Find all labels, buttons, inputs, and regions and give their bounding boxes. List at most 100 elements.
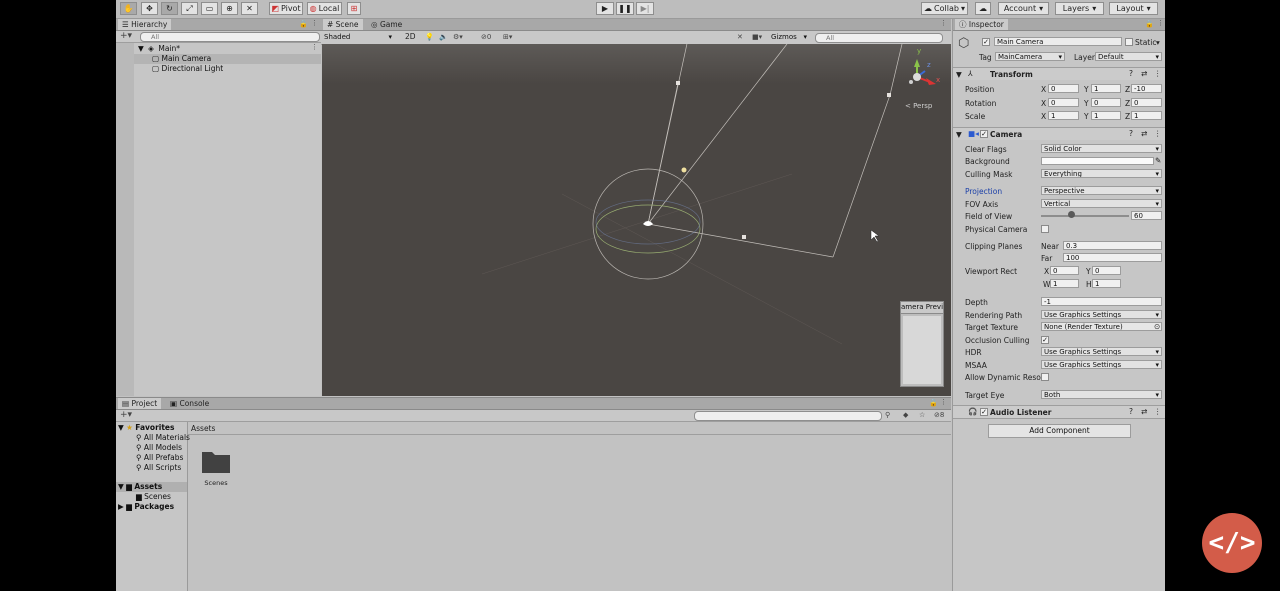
hand-tool-icon[interactable]: ✋: [120, 2, 137, 15]
tab-console[interactable]: ▣ Console: [166, 398, 213, 409]
tab-game[interactable]: ◎ Game: [367, 19, 406, 30]
list-item[interactable]: ⚲ All Materials: [136, 433, 190, 442]
packages-item[interactable]: ▶ ▆ Packages: [118, 502, 174, 511]
pause-button[interactable]: ❚❚: [616, 2, 634, 15]
create-plus-icon[interactable]: +▾: [120, 31, 132, 41]
collab-dropdown[interactable]: ☁ Collab ▾: [921, 2, 968, 15]
asset-grid-item[interactable]: Scenes: [201, 448, 231, 490]
projection-dropdown[interactable]: Perspective: [1041, 186, 1162, 195]
object-picker-icon[interactable]: ⊙: [1154, 322, 1160, 331]
tab-hierarchy[interactable]: ☰ Hierarchy: [118, 19, 172, 30]
favorites-item[interactable]: ▼ ★ Favorites: [118, 423, 174, 432]
position-y-input[interactable]: 1: [1091, 84, 1121, 93]
msaa-dropdown[interactable]: Use Graphics Settings: [1041, 360, 1162, 369]
layers-dropdown[interactable]: Layers ▾: [1055, 2, 1104, 15]
rect-tool-icon[interactable]: ▭: [201, 2, 218, 15]
dynamic-resolution-checkbox[interactable]: [1041, 373, 1049, 381]
step-button[interactable]: ▶|: [636, 2, 654, 15]
fov-value-input[interactable]: 60: [1131, 211, 1162, 220]
assets-item[interactable]: ▼ ▆ Assets: [116, 482, 187, 492]
scene-menu-icon[interactable]: ⋮: [311, 43, 318, 51]
background-color-swatch[interactable]: [1041, 157, 1154, 165]
grid-toggle-icon[interactable]: ⊞▾: [503, 33, 512, 41]
help-icon[interactable]: ?: [1129, 129, 1133, 138]
transform-header[interactable]: ▼ ⅄ Transform ? ⇄ ⋮: [953, 67, 1165, 80]
viewport-x-input[interactable]: 0: [1050, 266, 1079, 275]
help-icon[interactable]: ?: [1129, 407, 1133, 416]
panel-menu-icon[interactable]: ⋮: [1157, 19, 1164, 27]
depth-input[interactable]: -1: [1041, 297, 1162, 306]
breadcrumb-assets[interactable]: Assets: [191, 424, 215, 433]
scale-tool-icon[interactable]: ⤢: [181, 2, 198, 15]
shading-mode-dropdown[interactable]: Shaded: [322, 33, 394, 42]
play-button[interactable]: ▶: [596, 2, 614, 15]
snap-icon[interactable]: ⊞: [347, 2, 361, 15]
rotation-z-input[interactable]: 0: [1131, 98, 1162, 107]
viewport-w-input[interactable]: 1: [1050, 279, 1079, 288]
preset-icon[interactable]: ⇄: [1141, 129, 1147, 138]
audio-listener-header[interactable]: 🎧 ✓ Audio Listener ? ⇄ ⋮: [953, 405, 1165, 418]
tab-project[interactable]: ▤ Project: [118, 398, 162, 409]
camera-icon[interactable]: ■▾: [752, 33, 762, 41]
pivot-button[interactable]: ◩ Pivot: [269, 2, 303, 15]
static-dropdown-arrow[interactable]: ▾: [1156, 38, 1160, 47]
component-menu-icon[interactable]: ⋮: [1154, 69, 1162, 78]
viewport-y-input[interactable]: 0: [1092, 266, 1121, 275]
search-by-label-icon[interactable]: ◆: [903, 411, 908, 419]
panel-menu-icon[interactable]: ⋮: [940, 19, 947, 27]
list-item[interactable]: ▢ Directional Light: [152, 64, 223, 73]
layer-dropdown[interactable]: Default: [1095, 52, 1162, 61]
scale-y-input[interactable]: 1: [1091, 111, 1121, 120]
position-z-input[interactable]: -10: [1131, 84, 1162, 93]
position-x-input[interactable]: 0: [1048, 84, 1079, 93]
help-icon[interactable]: ?: [1129, 69, 1133, 78]
layout-dropdown[interactable]: Layout ▾: [1109, 2, 1158, 15]
lighting-icon[interactable]: 💡: [425, 33, 434, 41]
create-plus-icon[interactable]: +▾: [120, 410, 132, 420]
gizmos-dropdown[interactable]: Gizmos: [769, 33, 809, 42]
panel-menu-icon[interactable]: ⋮: [311, 19, 318, 27]
scene-search-input[interactable]: All: [815, 33, 943, 43]
scale-z-input[interactable]: 1: [1131, 111, 1162, 120]
object-name-input[interactable]: Main Camera: [994, 37, 1122, 46]
near-input[interactable]: 0.3: [1063, 241, 1162, 250]
hidden-packages-button[interactable]: ⊘8: [934, 411, 944, 419]
component-menu-icon[interactable]: ⋮: [1154, 407, 1162, 416]
target-eye-dropdown[interactable]: Both: [1041, 390, 1162, 399]
list-item[interactable]: ⚲ All Prefabs: [136, 453, 183, 462]
scene-root-item[interactable]: ▼ ◈ Main*: [138, 44, 180, 53]
rotate-tool-icon[interactable]: ↻: [161, 2, 178, 15]
list-item[interactable]: ⚲ All Scripts: [136, 463, 181, 472]
culling-mask-dropdown[interactable]: Everything: [1041, 169, 1162, 178]
tab-scene[interactable]: # Scene: [323, 19, 363, 30]
rotation-y-input[interactable]: 0: [1091, 98, 1121, 107]
scene-viewport[interactable]: y z x < Persp amera Previe: [322, 44, 951, 396]
tab-inspector[interactable]: ⓘ Inspector: [955, 19, 1008, 30]
active-checkbox[interactable]: ✓: [982, 38, 990, 46]
effects-icon[interactable]: ⚙▾: [453, 33, 463, 41]
list-item[interactable]: ⚲ All Models: [136, 443, 182, 452]
panel-menu-icon[interactable]: ⋮: [940, 398, 947, 406]
list-item[interactable]: ▆ Scenes: [136, 492, 171, 501]
lock-icon[interactable]: 🔒: [1145, 20, 1154, 28]
tag-dropdown[interactable]: MainCamera: [995, 52, 1065, 61]
fov-slider-thumb[interactable]: [1067, 211, 1075, 218]
toggle-2d-button[interactable]: 2D: [401, 32, 420, 42]
hierarchy-search-input[interactable]: All: [140, 32, 320, 42]
list-item[interactable]: ▢ Main Camera: [134, 54, 321, 64]
preset-icon[interactable]: ⇄: [1141, 69, 1147, 78]
static-checkbox[interactable]: [1125, 38, 1133, 46]
lock-icon[interactable]: 🔒: [299, 20, 308, 28]
rendering-path-dropdown[interactable]: Use Graphics Settings: [1041, 310, 1162, 319]
transform-tool-icon[interactable]: ⊕: [221, 2, 238, 15]
local-button[interactable]: ◍ Local: [307, 2, 342, 15]
add-component-button[interactable]: Add Component: [988, 424, 1131, 438]
camera-header[interactable]: ▼ ■◂ ✓ Camera ? ⇄ ⋮: [953, 127, 1165, 140]
clear-flags-dropdown[interactable]: Solid Color: [1041, 144, 1162, 153]
cloud-icon[interactable]: ☁: [975, 2, 991, 15]
far-input[interactable]: 100: [1063, 253, 1162, 262]
account-dropdown[interactable]: Account ▾: [998, 2, 1049, 15]
scale-x-input[interactable]: 1: [1048, 111, 1079, 120]
custom-tool-icon[interactable]: ✕: [241, 2, 258, 15]
preset-icon[interactable]: ⇄: [1141, 407, 1147, 416]
